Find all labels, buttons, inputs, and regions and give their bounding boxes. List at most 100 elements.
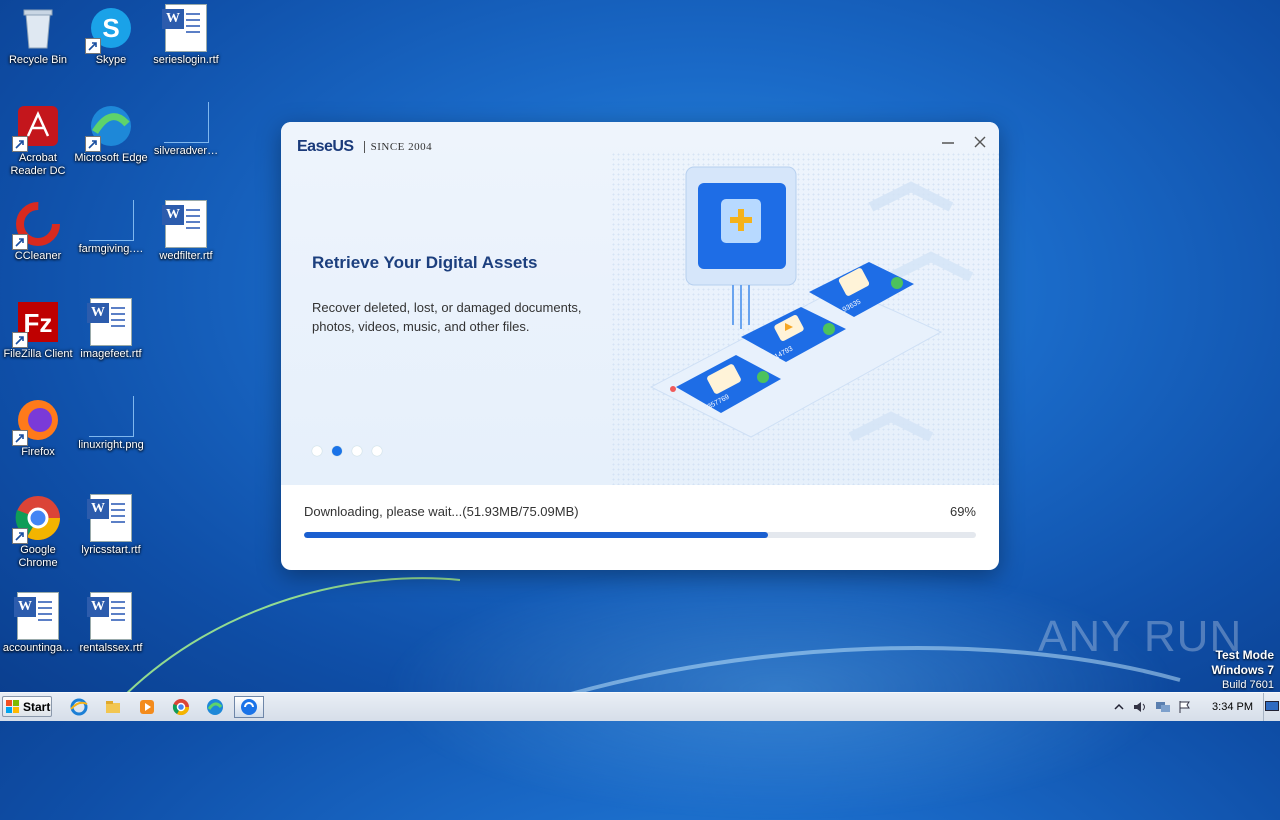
desktop-icon-label: CCleaner	[14, 250, 62, 262]
desktop-icon[interactable]: linuxright.png	[73, 396, 149, 452]
taskbar-clock[interactable]: 3:34 PM	[1212, 701, 1253, 713]
shortcut-arrow-icon	[85, 38, 101, 54]
word-doc-icon: W	[87, 592, 132, 640]
desktop-icon[interactable]: Firefox	[0, 396, 76, 459]
shortcut-arrow-icon	[12, 332, 28, 348]
desktop-icon-label: Microsoft Edge	[74, 152, 148, 164]
desktop-icon[interactable]: silveradver…	[148, 102, 224, 158]
taskbar-chrome[interactable]	[168, 696, 194, 718]
word-doc-icon: W	[162, 200, 207, 248]
volume-icon[interactable]	[1132, 698, 1150, 716]
desktop-icon[interactable]: farmgiving.…	[73, 200, 149, 256]
word-doc-icon: W	[87, 298, 132, 346]
desktop-icon[interactable]: Recycle Bin	[0, 4, 76, 67]
acrobat-icon	[12, 102, 62, 152]
desktop-icon-label: wedfilter.rtf	[159, 250, 213, 262]
hero-title: Retrieve Your Digital Assets	[312, 253, 538, 272]
ccleaner-icon	[12, 200, 62, 250]
desktop-icon[interactable]: Wlyricsstart.rtf	[73, 494, 149, 557]
carousel-dot[interactable]	[372, 446, 382, 456]
download-progress-bar	[304, 532, 976, 538]
desktop-icon-label: farmgiving.…	[78, 243, 144, 255]
desktop-icon-label: Google Chrome	[18, 544, 58, 569]
desktop-icon[interactable]: Waccountinga…	[0, 592, 76, 655]
minimize-button[interactable]	[937, 132, 959, 154]
close-icon	[974, 136, 986, 148]
taskbar-edge[interactable]	[202, 696, 228, 718]
taskbar-media-player[interactable]	[134, 696, 160, 718]
explorer-icon	[106, 701, 120, 713]
desktop-icon-label: Recycle Bin	[8, 54, 68, 66]
show-desktop-button[interactable]	[1263, 693, 1280, 721]
skype-icon: S	[85, 4, 135, 54]
desktop-icon-label: rentalssex.rtf	[79, 642, 143, 654]
hero-description: Recover deleted, lost, or damaged docume…	[312, 300, 582, 334]
hero-banner: EaseUS SINCE 2004 Retrieve Your Digital …	[281, 122, 999, 485]
action-center-flag-icon[interactable]	[1176, 698, 1194, 716]
carousel-pager	[312, 446, 382, 456]
taskbar-ie[interactable]	[66, 696, 92, 718]
desktop-swoosh	[119, 577, 1181, 700]
show-hidden-icon[interactable]	[1110, 698, 1128, 716]
desktop-icon-label: Acrobat Reader DC	[10, 152, 66, 177]
carousel-dot[interactable]	[352, 446, 362, 456]
recycle-bin-icon	[14, 4, 62, 52]
edge-icon	[207, 699, 223, 715]
desktop-icon[interactable]: Wimagefeet.rtf	[73, 298, 149, 361]
desktop-icon[interactable]: Wwedfilter.rtf	[148, 200, 224, 263]
desktop-icon[interactable]: Acrobat Reader DC	[0, 102, 76, 178]
shortcut-arrow-icon	[12, 136, 28, 152]
close-button[interactable]	[969, 132, 991, 154]
logo-separator	[363, 141, 365, 153]
svg-text:S: S	[102, 13, 119, 43]
word-doc-icon: W	[14, 592, 59, 640]
taskbar: Start 3:34 PM	[0, 692, 1280, 721]
test-mode-line2: Windows 7	[1211, 663, 1274, 677]
shortcut-arrow-icon	[12, 528, 28, 544]
desktop-icon-label: lyricsstart.rtf	[81, 544, 141, 556]
word-doc-icon: W	[162, 4, 207, 52]
carousel-dot[interactable]	[312, 446, 322, 456]
desktop-icon[interactable]: Wserieslogin.rtf	[148, 4, 224, 67]
desktop-icon-label: accountinga…	[2, 642, 74, 654]
ie-icon	[70, 698, 88, 716]
carousel-dot[interactable]	[332, 446, 342, 456]
start-button[interactable]: Start	[2, 696, 52, 717]
monitor-icon	[1265, 701, 1279, 711]
media-player-icon	[140, 700, 154, 714]
desktop-icon-label: imagefeet.rtf	[80, 348, 142, 360]
chrome-icon	[172, 699, 190, 716]
chrome-icon	[12, 494, 62, 544]
filezilla-icon: Fz	[12, 298, 62, 348]
desktop-glow	[380, 560, 1180, 820]
word-doc-icon: W	[87, 494, 132, 542]
desktop-icon[interactable]: Wrentalssex.rtf	[73, 592, 149, 655]
start-label: Start	[23, 699, 51, 714]
network-icon[interactable]	[1154, 698, 1172, 716]
desktop-icon-label: silveradver…	[153, 145, 219, 157]
taskbar-easeus-installer[interactable]	[234, 696, 264, 718]
desktop-icon[interactable]: Microsoft Edge	[73, 102, 149, 165]
desktop-icon[interactable]: S Skype	[73, 4, 149, 67]
minimize-icon	[942, 142, 954, 144]
windows-logo-icon	[6, 699, 19, 713]
desktop-icon[interactable]: CCleaner	[0, 200, 76, 263]
firefox-icon	[12, 396, 62, 446]
edge-icon	[85, 102, 135, 152]
easeus-logo: EaseUS SINCE 2004	[297, 138, 432, 156]
easeus-installer-icon	[241, 699, 257, 715]
download-status: Downloading, please wait...(51.93MB/75.0…	[304, 504, 579, 519]
blank-file-icon	[88, 200, 134, 241]
desktop-icon[interactable]: Google Chrome	[0, 494, 76, 570]
data-recovery-illustration: 357769 14793 93635	[649, 166, 974, 442]
download-percent: 69%	[949, 504, 976, 519]
system-tray: 3:34 PM	[1108, 693, 1280, 721]
desktop-icon-label: FileZilla Client	[3, 348, 73, 360]
logo-brand: EaseUS	[297, 138, 354, 155]
download-progress-fill	[304, 532, 768, 538]
desktop-icon[interactable]: Fz FileZilla Client	[0, 298, 76, 361]
desktop-icon-label: serieslogin.rtf	[153, 54, 219, 66]
blank-file-icon	[163, 102, 209, 143]
shortcut-arrow-icon	[85, 136, 101, 152]
taskbar-explorer[interactable]	[100, 696, 126, 718]
